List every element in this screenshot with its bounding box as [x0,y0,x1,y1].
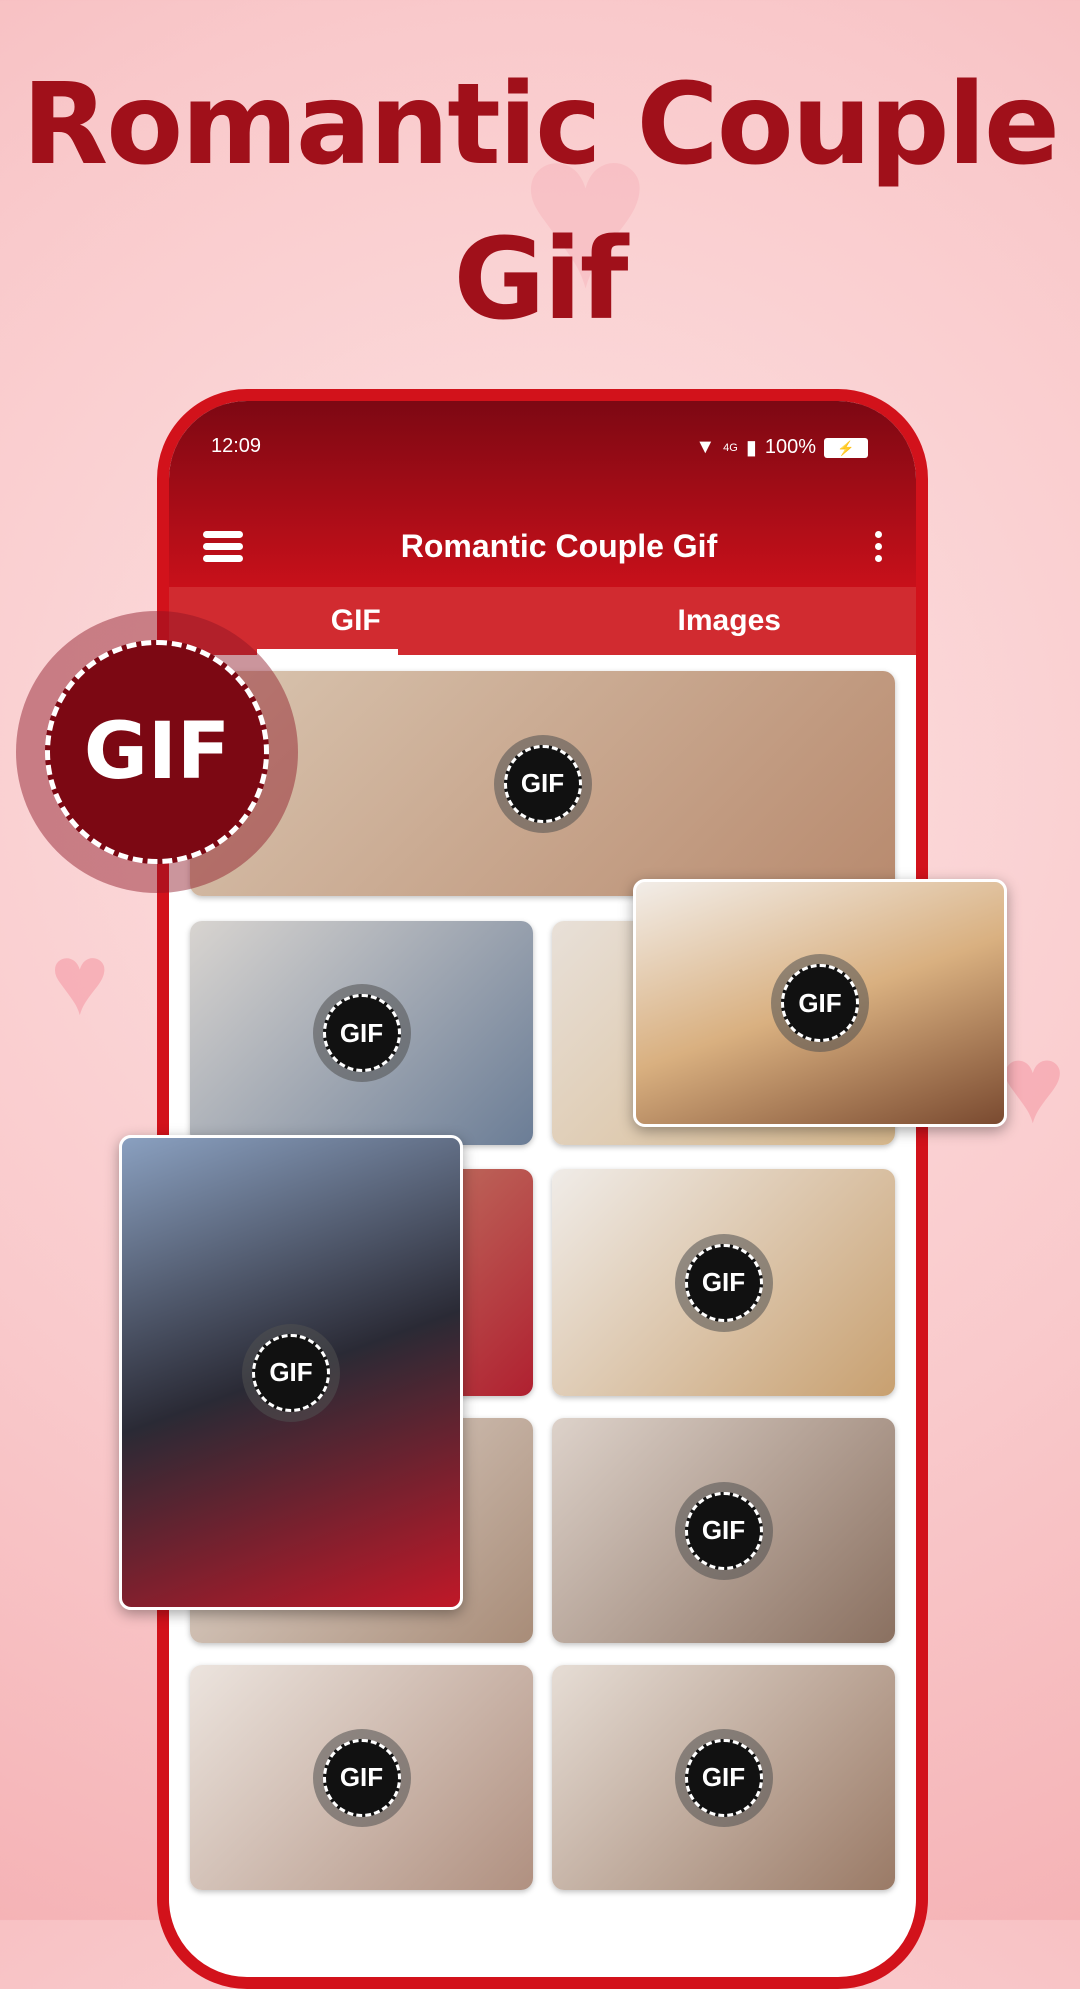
gif-thumbnail[interactable]: GIF [190,1665,533,1890]
heart-decoration: ♥ [50,924,110,1036]
heart-decoration: ♥ [1000,1023,1066,1146]
tab-bar: GIF Images [169,587,916,655]
promo-subtitle: Gif [453,215,628,345]
gif-badge: GIF [242,1323,340,1422]
gif-thumbnail[interactable]: GIF [552,1169,895,1396]
status-time: 12:09 [211,435,262,457]
signal-icon: 4G [723,441,738,454]
gif-badge: GIF [312,1728,411,1827]
status-bar: 12:09 ▼ 4G ▮ 100% ⚡ [211,435,868,460]
gif-thumbnail[interactable]: GIF [190,921,533,1145]
app-title: Romantic Couple Gif [400,527,718,564]
more-vertical-icon[interactable] [874,530,882,562]
signal-bars-icon: ▮ [745,437,757,459]
gif-badge: GIF [674,1481,773,1580]
battery-percent: 100% [764,436,816,458]
gif-thumbnail[interactable]: GIF [190,671,895,896]
tab-images[interactable]: Images [543,587,917,655]
wifi-icon: ▼ [695,436,716,458]
gif-badge: GIF [771,954,869,1052]
gif-badge: GIF [312,984,411,1082]
featured-gif-thumbnail[interactable]: GIF [119,1135,463,1610]
promo-title: Romantic Couple [22,60,1060,190]
gif-badge: GIF [493,734,592,833]
menu-icon[interactable] [203,530,243,562]
app-bar: Romantic Couple Gif [169,516,916,576]
gif-badge: GIF [674,1728,773,1827]
featured-gif-thumbnail[interactable]: GIF [633,879,1007,1127]
gif-thumbnail[interactable]: GIF [552,1665,895,1890]
gif-badge-large: GIF [16,611,298,893]
header: 12:09 ▼ 4G ▮ 100% ⚡ Romantic Couple Gif [169,401,916,587]
gif-thumbnail[interactable]: GIF [552,1418,895,1643]
battery-charging-icon: ⚡ [824,437,868,458]
gif-badge: GIF [674,1233,773,1332]
